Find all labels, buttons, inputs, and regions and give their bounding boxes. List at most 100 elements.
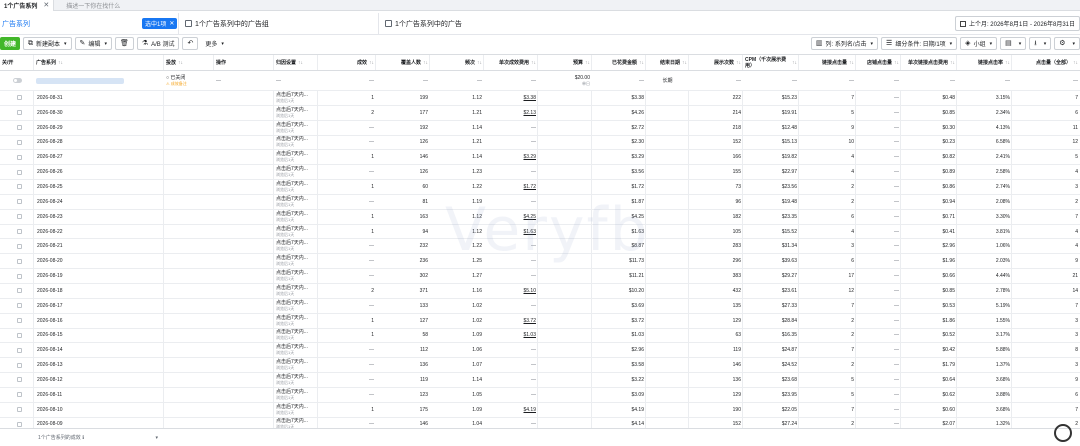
table-row[interactable]: 2026-08-17 点击后7天内... 浏览后1天 — 133 1.02 — $3.69 13… (0, 298, 1080, 314)
campaign-name-redacted[interactable] (36, 77, 124, 84)
sort-icon[interactable]: ↑↓ (369, 60, 374, 66)
column-header-reach[interactable]: 覆盖人数 ↑↓ (376, 55, 430, 70)
row-checkbox[interactable] (16, 362, 22, 368)
sort-icon[interactable]: ↑↓ (1073, 60, 1078, 66)
chevron-down-icon[interactable]: ▾ (155, 435, 158, 441)
row-checkbox[interactable] (16, 407, 22, 413)
table-row[interactable]: 2026-08-22 点击后7天内... 浏览后1天 1 94 1.12 $1.63 $1.6… (0, 224, 1080, 240)
row-checkbox[interactable] (16, 332, 22, 338)
row-cost-per-result[interactable]: $1.72 (484, 180, 538, 194)
column-header-attribution[interactable]: 归因设置 ↑↓ (274, 55, 318, 70)
column-header-impressions[interactable]: 展示次数 ↑↓ (689, 55, 743, 70)
chevron-down-icon[interactable]: ▾ (64, 41, 67, 47)
columns-button[interactable]: ▥ 列: 系列名/点击 ▾ (810, 37, 879, 50)
sort-icon[interactable]: ↑↓ (682, 60, 687, 66)
table-row[interactable]: 2026-08-25 点击后7天内... 浏览后1天 1 60 1.22 $1.72 $1.7… (0, 180, 1080, 195)
table-row[interactable]: 2026-08-11 点击后7天内... 浏览后1天 — 123 1.05 — $3.09 12… (0, 387, 1080, 403)
row-checkbox[interactable] (16, 258, 22, 264)
row-checkbox[interactable] (16, 347, 22, 353)
row-cost-per-result[interactable]: $4.19 (484, 403, 538, 417)
column-header-amount-spent[interactable]: 已花费金额 ↑↓ (592, 55, 646, 70)
edit-button[interactable]: ✎ 编辑 ▾ (74, 37, 112, 50)
sort-icon[interactable]: ↑↓ (950, 60, 955, 66)
column-header-cost-per-result[interactable]: 单次成效费用 ↑↓ (484, 55, 538, 70)
create-button[interactable]: 创建 (0, 37, 21, 50)
chevron-down-icon[interactable]: ▾ (104, 41, 107, 47)
row-checkbox[interactable] (16, 377, 22, 383)
column-divider[interactable] (688, 55, 689, 70)
sort-icon[interactable]: ↑↓ (639, 60, 644, 66)
more-button[interactable]: 更多 ▾ (201, 37, 228, 50)
campaign-name-cell[interactable] (34, 71, 164, 90)
table-row[interactable]: 2026-08-12 点击后7天内... 浏览后1天 — 119 1.14 — $3.22 13… (0, 373, 1080, 388)
column-divider[interactable] (273, 55, 274, 70)
sort-icon[interactable]: ↑↓ (58, 60, 63, 66)
reports-button[interactable]: ▤ ▾ (1000, 37, 1027, 50)
sort-icon[interactable]: ↑↓ (585, 60, 590, 66)
sort-icon[interactable]: ↑↓ (477, 60, 482, 66)
column-divider[interactable] (645, 55, 646, 70)
tab-adsets[interactable]: 1个广告系列中的广告组 (178, 12, 378, 35)
row-checkbox[interactable] (16, 288, 22, 294)
browser-tab-campaigns[interactable]: 1个广告系列 ✕ (0, 0, 55, 11)
column-divider[interactable] (855, 55, 856, 70)
column-header-results[interactable]: 成效 ↑↓ (318, 55, 376, 70)
column-header-campaign[interactable]: 广告系列 ↑↓ (34, 55, 164, 70)
column-header-ctr[interactable]: 链接点击率 ↑↓ (957, 55, 1012, 70)
breakdown-button[interactable]: ☰ 细分条件: 日期/1项 ▾ (881, 37, 958, 50)
sort-icon[interactable]: ↑↓ (178, 60, 183, 66)
table-row[interactable]: 2026-08-10 点击后7天内... 浏览后1天 1 175 1.09 $4.19 $4.… (0, 402, 1080, 418)
row-cost-per-result[interactable]: $3.38 (484, 91, 538, 105)
row-cost-per-result[interactable]: $2.13 (484, 106, 538, 120)
info-icon[interactable]: ℹ (82, 435, 84, 441)
table-row[interactable]: 2026-08-16 点击后7天内... 浏览后1天 1 127 1.02 $3.72 $3.… (0, 313, 1080, 329)
sort-icon[interactable]: ↑↓ (849, 60, 854, 66)
date-range-picker[interactable]: 上个月: 2026年8月1日 - 2026年8月31日 (954, 16, 1080, 31)
view-button[interactable]: ◈ 小组 ▾ (960, 37, 998, 50)
column-divider[interactable] (213, 55, 214, 70)
row-checkbox[interactable] (16, 214, 22, 220)
column-header-cost-per-link-click[interactable]: 单次链接点击费用 ↑↓ (901, 55, 957, 70)
row-cost-per-result[interactable]: $3.29 (484, 150, 538, 164)
tab-ads[interactable]: 1个广告系列中的广告 (378, 12, 868, 35)
on-off-toggle[interactable] (12, 78, 22, 83)
row-checkbox[interactable] (16, 184, 22, 190)
row-checkbox[interactable] (16, 392, 22, 398)
sort-icon[interactable]: ↑↓ (894, 60, 899, 66)
campaign-summary-row[interactable]: ○ 已关闭 ⚠ 成效备注 — — — — — — $20.00 单日 — 长期 — — — — — — — (0, 71, 1080, 91)
column-divider[interactable] (33, 55, 34, 70)
row-checkbox[interactable] (16, 199, 22, 205)
sort-icon[interactable]: ↑↓ (423, 60, 428, 66)
column-header-budget[interactable]: 预算 ↑↓ (538, 55, 592, 70)
column-header-frequency[interactable]: 频次 ↑↓ (430, 55, 484, 70)
row-checkbox[interactable] (16, 273, 22, 279)
row-cost-per-result[interactable]: $4.25 (484, 210, 538, 224)
row-checkbox[interactable] (16, 318, 22, 324)
sort-icon[interactable]: ↑↓ (736, 60, 741, 66)
table-row[interactable]: 2026-08-31 点击后7天内... 浏览后1天 1 199 1.12 $3.38 $3.… (0, 91, 1080, 106)
sort-icon[interactable]: ↑↓ (531, 60, 536, 66)
table-row[interactable]: 2026-08-27 点击后7天内... 浏览后1天 1 146 1.14 $3.29 $3.… (0, 150, 1080, 166)
table-row[interactable]: 2026-08-21 点击后7天内... 浏览后1天 — 232 1.22 — $8.87 28… (0, 239, 1080, 255)
column-divider[interactable] (317, 55, 318, 70)
column-divider[interactable] (429, 55, 430, 70)
budget-cell[interactable]: $20.00 单日 (538, 71, 592, 90)
column-divider[interactable] (1011, 55, 1012, 70)
column-divider[interactable] (591, 55, 592, 70)
column-divider[interactable] (537, 55, 538, 70)
table-row[interactable]: 2026-08-29 点击后7天内... 浏览后1天 — 192 1.14 — $2.72 21… (0, 120, 1080, 136)
row-checkbox[interactable] (16, 421, 22, 427)
table-row[interactable]: 2026-08-19 点击后7天内... 浏览后1天 — 302 1.27 — $11.21 3… (0, 269, 1080, 284)
duplicate-button[interactable]: ⧉ 新建副本 ▾ (23, 37, 72, 50)
tab-campaigns[interactable]: 广告系列 选中1项 ✕ (0, 13, 178, 35)
sort-icon[interactable]: ↑↓ (1005, 60, 1010, 66)
column-header-actions[interactable]: 操作 (214, 55, 274, 70)
row-cost-per-result[interactable]: $1.63 (484, 225, 538, 239)
table-row[interactable]: 2026-08-14 点击后7天内... 浏览后1天 — 112 1.06 — $2.96 11… (0, 343, 1080, 359)
close-icon[interactable]: ✕ (43, 1, 49, 9)
row-checkbox[interactable] (16, 125, 22, 131)
row-checkbox[interactable] (16, 169, 22, 175)
column-header-delivery[interactable]: 投放 ↑↓ (164, 55, 214, 70)
table-row[interactable]: 2026-08-24 点击后7天内... 浏览后1天 — 81 1.19 — $1.87 96 $… (0, 194, 1080, 210)
column-divider[interactable] (483, 55, 484, 70)
